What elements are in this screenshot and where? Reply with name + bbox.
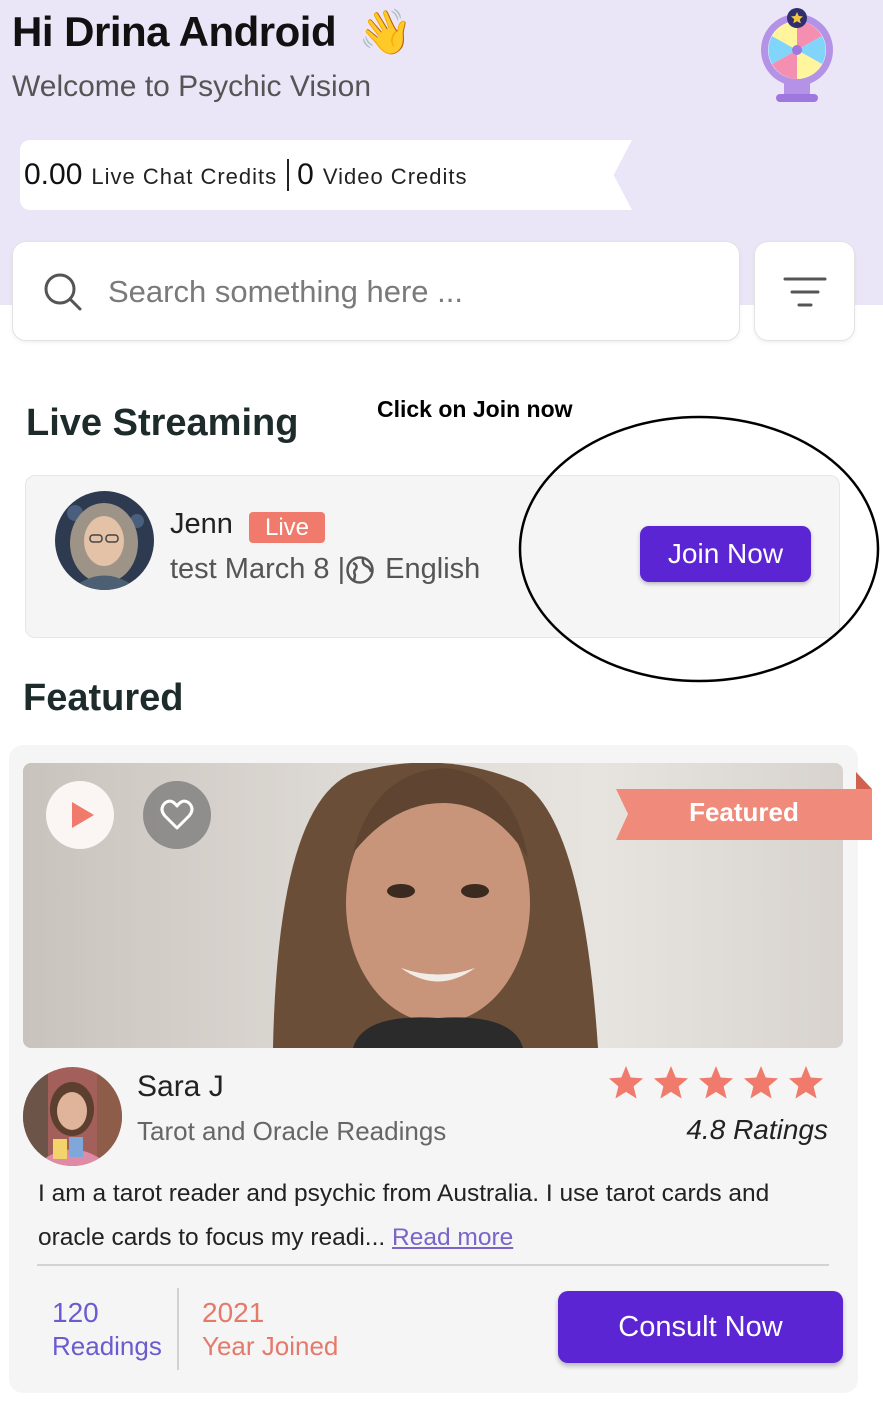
star-icon [698, 1066, 734, 1099]
search-input[interactable] [108, 270, 708, 314]
globe-icon [346, 555, 374, 584]
readings-count: 120 [52, 1297, 99, 1328]
star-icon [653, 1066, 689, 1099]
wave-emoji-icon: 👋 [358, 7, 413, 58]
stream-topic: test March 8 | [170, 553, 346, 585]
star-icon [788, 1066, 824, 1099]
heart-icon [160, 799, 194, 830]
video-credits-value: 0 [297, 158, 314, 191]
year-joined-value: 2021 [202, 1297, 265, 1328]
welcome-subtitle: Welcome to Psychic Vision [12, 70, 372, 103]
featured-ribbon-label: Featured [689, 797, 799, 827]
stats-divider [177, 1288, 179, 1370]
video-credits-label: Video Credits [322, 164, 468, 189]
live-badge: Live [249, 512, 325, 543]
annotation-ellipse [518, 415, 880, 683]
filter-button[interactable] [754, 241, 855, 341]
streamer-avatar [55, 491, 154, 590]
stream-meta: test March 8 | English [170, 553, 480, 586]
favorite-button[interactable] [143, 781, 211, 849]
reader-specialty: Tarot and Oracle Readings [137, 1116, 447, 1146]
search-bar[interactable] [12, 241, 740, 341]
live-chat-credits-value: 0.00 [24, 158, 83, 191]
filter-icon [783, 277, 827, 307]
greeting-title: Hi Drina Android [12, 8, 337, 55]
live-chat-credits-label: Live Chat Credits [91, 164, 278, 189]
live-streaming-title: Live Streaming [26, 402, 299, 444]
readings-label: Readings [52, 1331, 162, 1361]
star-icon [743, 1066, 779, 1099]
streamer-name: Jenn [170, 508, 233, 540]
credits-divider [287, 159, 290, 191]
reader-name: Sara J [137, 1070, 224, 1103]
spin-wheel-icon[interactable] [756, 6, 838, 106]
ratings-text: 4.8 Ratings [686, 1114, 828, 1145]
read-more-link[interactable]: Read more [392, 1224, 513, 1251]
card-divider [37, 1264, 829, 1266]
reader-avatar[interactable] [23, 1067, 122, 1166]
consult-now-button[interactable]: Consult Now [558, 1291, 843, 1363]
play-video-button[interactable] [46, 781, 114, 849]
stream-language: English [385, 553, 481, 585]
star-icon [608, 1066, 644, 1099]
featured-title: Featured [23, 677, 184, 719]
search-icon [44, 273, 82, 311]
play-icon [72, 802, 94, 828]
year-joined-label: Year Joined [202, 1331, 339, 1361]
credits-banner: 0.00 Live Chat Credits 0 Video Credits [20, 140, 632, 210]
reader-description: I am a tarot reader and psychic from Aus… [38, 1172, 838, 1260]
rating-stars [608, 1066, 824, 1099]
